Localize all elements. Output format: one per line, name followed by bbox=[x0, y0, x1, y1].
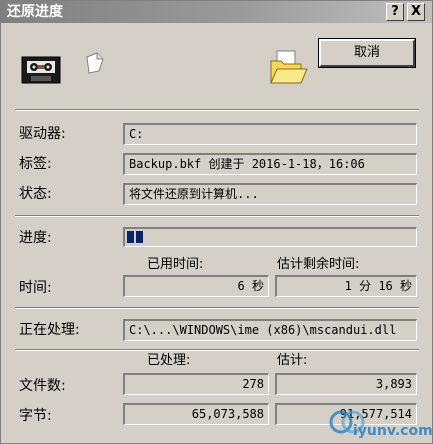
estimated-header: 估计: bbox=[277, 353, 308, 368]
divider-top bbox=[15, 109, 419, 111]
help-button[interactable]: ? bbox=[386, 3, 404, 21]
progress-block bbox=[127, 231, 134, 243]
drive-value: C: bbox=[123, 123, 417, 145]
files-processed-value: 278 bbox=[123, 373, 269, 395]
bytes-label: 字节: bbox=[19, 408, 52, 424]
remaining-time-value: 1 分 16 秒 bbox=[275, 275, 417, 297]
close-button[interactable]: X bbox=[407, 3, 425, 21]
progress-fill bbox=[127, 231, 143, 243]
elapsed-time-header: 已用时间: bbox=[147, 257, 204, 272]
progress-block bbox=[136, 231, 143, 243]
files-label: 文件数: bbox=[19, 378, 66, 394]
tag-label: 标签: bbox=[19, 156, 52, 172]
flying-paper-icon bbox=[83, 51, 107, 75]
tape-cassette-icon bbox=[21, 55, 61, 85]
processing-path: C:\...\WINDOWS\ime (x86)\mscandui.dll bbox=[123, 319, 417, 341]
processed-header: 已处理: bbox=[147, 353, 191, 368]
open-folder-icon bbox=[269, 49, 309, 87]
drive-label: 驱动器: bbox=[19, 126, 66, 142]
divider-bottom bbox=[15, 349, 419, 351]
divider-middle bbox=[15, 215, 419, 217]
divider-lower bbox=[15, 307, 419, 309]
status-label: 状态: bbox=[19, 186, 52, 202]
remaining-time-header: 估计剩余时间: bbox=[277, 257, 360, 272]
processing-label: 正在处理: bbox=[19, 322, 80, 338]
title-bar: 还原进度 ? X bbox=[1, 1, 432, 23]
bytes-processed-value: 65,073,588 bbox=[123, 403, 269, 425]
elapsed-time-value: 6 秒 bbox=[123, 275, 269, 297]
progress-label: 进度: bbox=[19, 230, 52, 246]
window-title: 还原进度 bbox=[7, 4, 63, 20]
status-value: 将文件还原到计算机... bbox=[123, 183, 417, 205]
cancel-button[interactable]: 取消 bbox=[318, 38, 416, 68]
time-label: 时间: bbox=[19, 280, 52, 296]
watermark: iyunv.com bbox=[319, 401, 433, 443]
watermark-text: iyunv.com bbox=[353, 423, 433, 439]
progress-bar bbox=[123, 227, 417, 247]
tag-value: Backup.bkf 创建于 2016-1-18，16:06 bbox=[123, 153, 417, 175]
restore-progress-dialog: 还原进度 ? X 取消 驱动器: C: 标签: Backup.bkf 创建于 2… bbox=[0, 0, 433, 444]
files-estimated-value: 3,893 bbox=[275, 373, 417, 395]
